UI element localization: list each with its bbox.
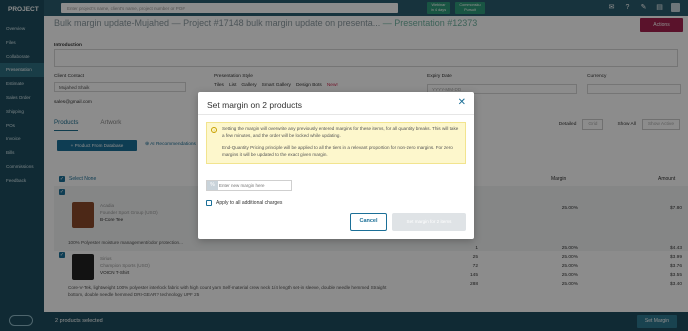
warning-icon: ! bbox=[211, 127, 217, 133]
cancel-button[interactable]: Cancel bbox=[350, 213, 387, 231]
modal-title: Set margin on 2 products bbox=[207, 100, 302, 110]
modal-divider bbox=[198, 114, 474, 115]
margin-input-group: % bbox=[206, 180, 292, 191]
apply-all-charges-label: Apply to all additional charges bbox=[216, 200, 283, 206]
set-margin-modal: Set margin on 2 products ✕ ! Setting the… bbox=[198, 92, 474, 239]
apply-all-charges-row: Apply to all additional charges bbox=[206, 200, 282, 206]
apply-all-charges-checkbox[interactable] bbox=[206, 200, 212, 206]
warning-text-2: End-Quantity Pricing principle will be a… bbox=[222, 145, 453, 157]
close-icon[interactable]: ✕ bbox=[458, 98, 466, 108]
warning-text-1: Setting the margin will overwrite any pr… bbox=[222, 126, 459, 138]
margin-input[interactable] bbox=[219, 182, 289, 189]
percent-icon: % bbox=[207, 181, 218, 190]
set-margin-button[interactable]: Set margin for 2 items bbox=[392, 213, 466, 231]
warning-box: ! Setting the margin will overwrite any … bbox=[206, 122, 466, 164]
